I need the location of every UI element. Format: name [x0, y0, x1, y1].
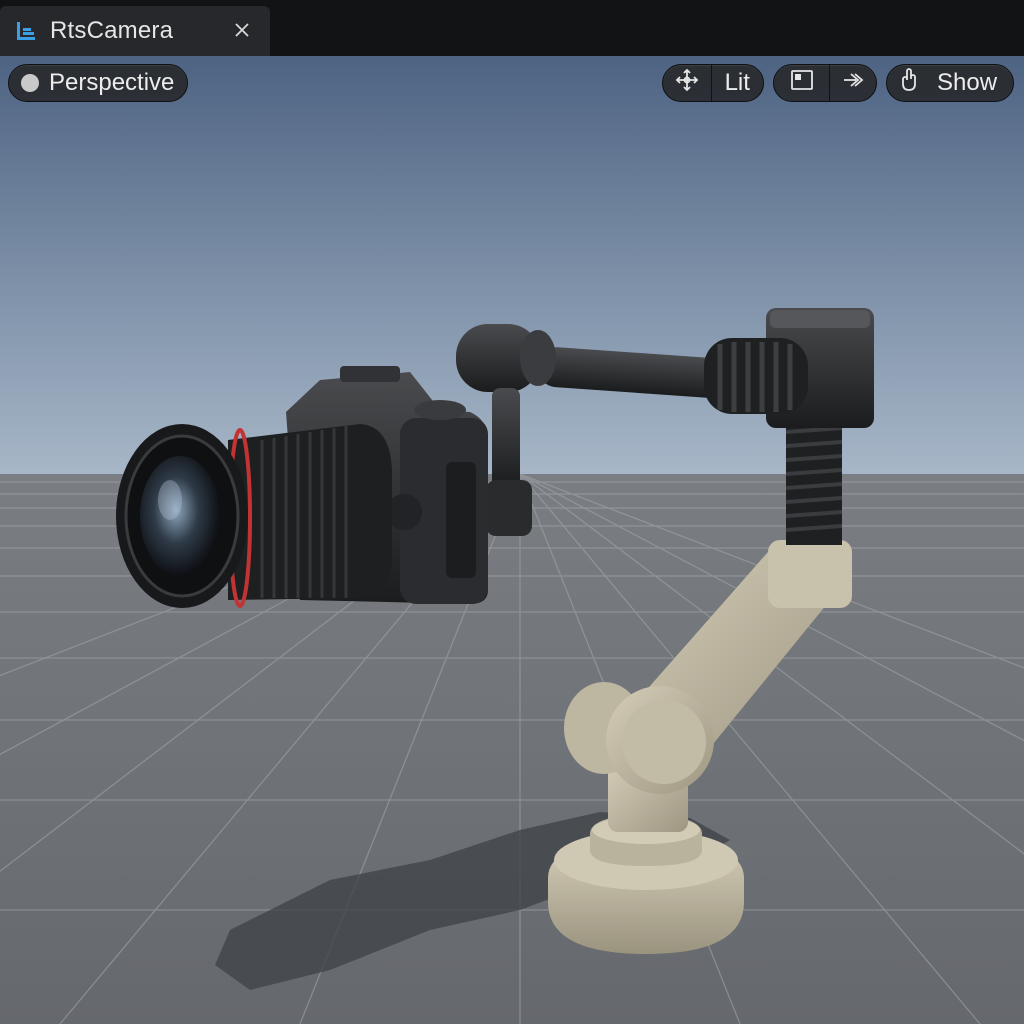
tab-rtscamera[interactable]: RtsCamera [0, 6, 270, 56]
move-gizmo-icon [675, 68, 699, 99]
show-flags-button[interactable]: Show [886, 64, 1014, 102]
tab-bar: RtsCamera [0, 0, 1024, 57]
level-viewport[interactable]: Perspective Lit Show [0, 56, 1024, 1024]
move-gizmo-button[interactable] [663, 65, 712, 101]
tab-title: RtsCamera [50, 17, 174, 44]
viewport-mode-label: Perspective [49, 69, 175, 96]
editor-window: RtsCamera Perspective Lit Show [0, 0, 1024, 1024]
camera-speed-button[interactable] [830, 65, 876, 101]
viewport-scene [0, 56, 1024, 1024]
viewport-layout-button[interactable] [774, 65, 831, 101]
viewport-mode-button[interactable]: Perspective [8, 64, 188, 102]
transform-lit-group: Lit [662, 64, 764, 102]
hand-pointer-icon [897, 67, 921, 100]
blueprint-icon [14, 19, 38, 43]
show-flags-label: Show [937, 69, 998, 96]
view-options-group [773, 64, 877, 102]
viewport-layout-icon [790, 69, 814, 98]
rig-spring [785, 420, 843, 545]
lighting-mode-label: Lit [724, 69, 750, 96]
perspective-dot-icon [21, 74, 39, 92]
close-icon[interactable] [230, 18, 254, 42]
camera-speed-icon [841, 69, 865, 98]
lighting-mode-button[interactable]: Lit [712, 65, 763, 101]
